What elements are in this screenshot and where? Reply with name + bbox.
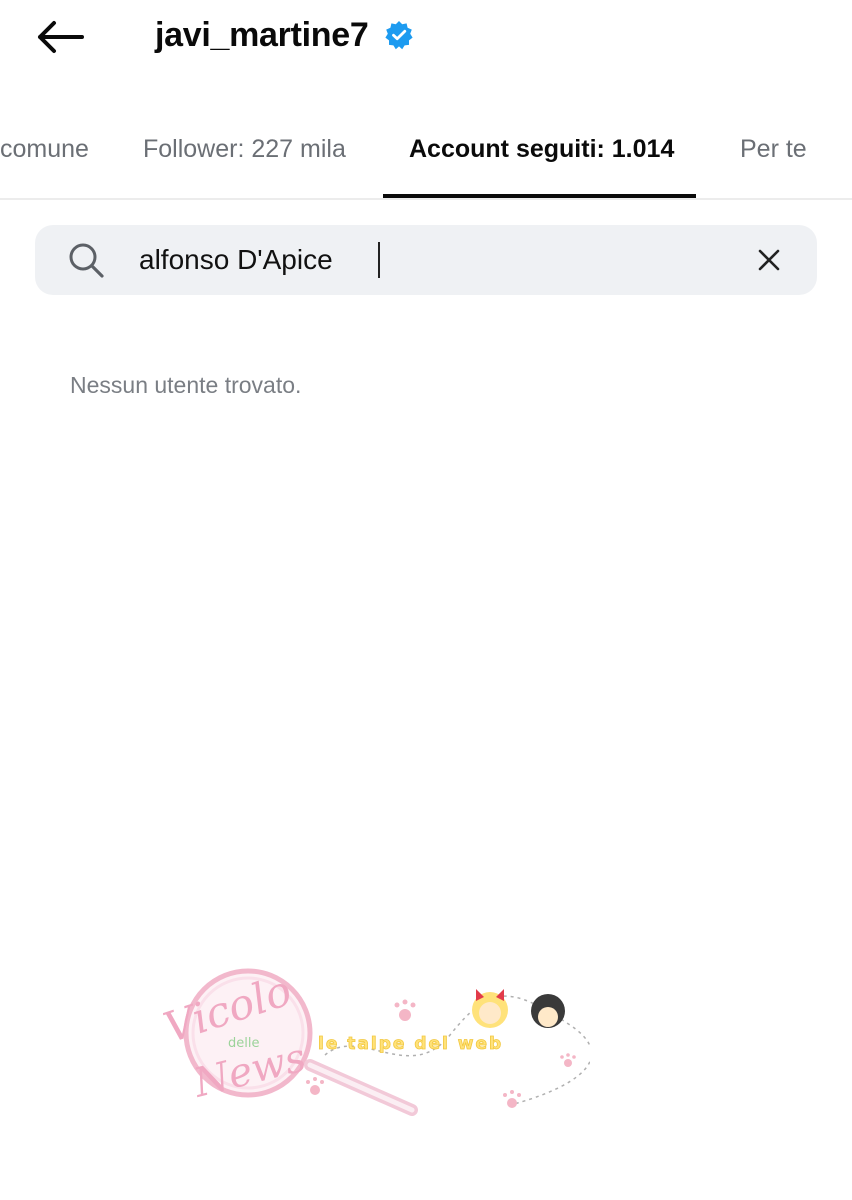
search-input[interactable] <box>139 236 699 284</box>
profile-title: javi_martine7 <box>155 12 414 58</box>
tab-following[interactable]: Account seguiti: 1.014 <box>409 100 674 198</box>
svg-text:le talpe del web: le talpe del web <box>318 1034 503 1054</box>
tab-per-te[interactable]: Per te <box>740 100 807 198</box>
active-tab-indicator <box>383 194 696 198</box>
close-icon <box>758 249 780 271</box>
clear-search-button[interactable] <box>751 242 787 278</box>
text-cursor <box>378 242 380 278</box>
tab-bar: comune Follower: 227 mila Account seguit… <box>0 100 852 200</box>
username: javi_martine7 <box>155 15 369 54</box>
tab-followers[interactable]: Follower: 227 mila <box>143 100 346 198</box>
empty-results-message: Nessun utente trovato. <box>70 372 302 398</box>
verified-badge-icon <box>384 20 414 50</box>
search-bar <box>35 225 817 295</box>
top-bar: javi_martine7 <box>0 0 852 80</box>
tab-in-comune[interactable]: comune <box>0 100 89 198</box>
arrow-left-icon <box>38 21 84 53</box>
watermark-logo: Vicolo delle News le talpe del web <box>158 966 590 1116</box>
back-button[interactable] <box>30 14 90 60</box>
search-icon <box>69 243 104 278</box>
